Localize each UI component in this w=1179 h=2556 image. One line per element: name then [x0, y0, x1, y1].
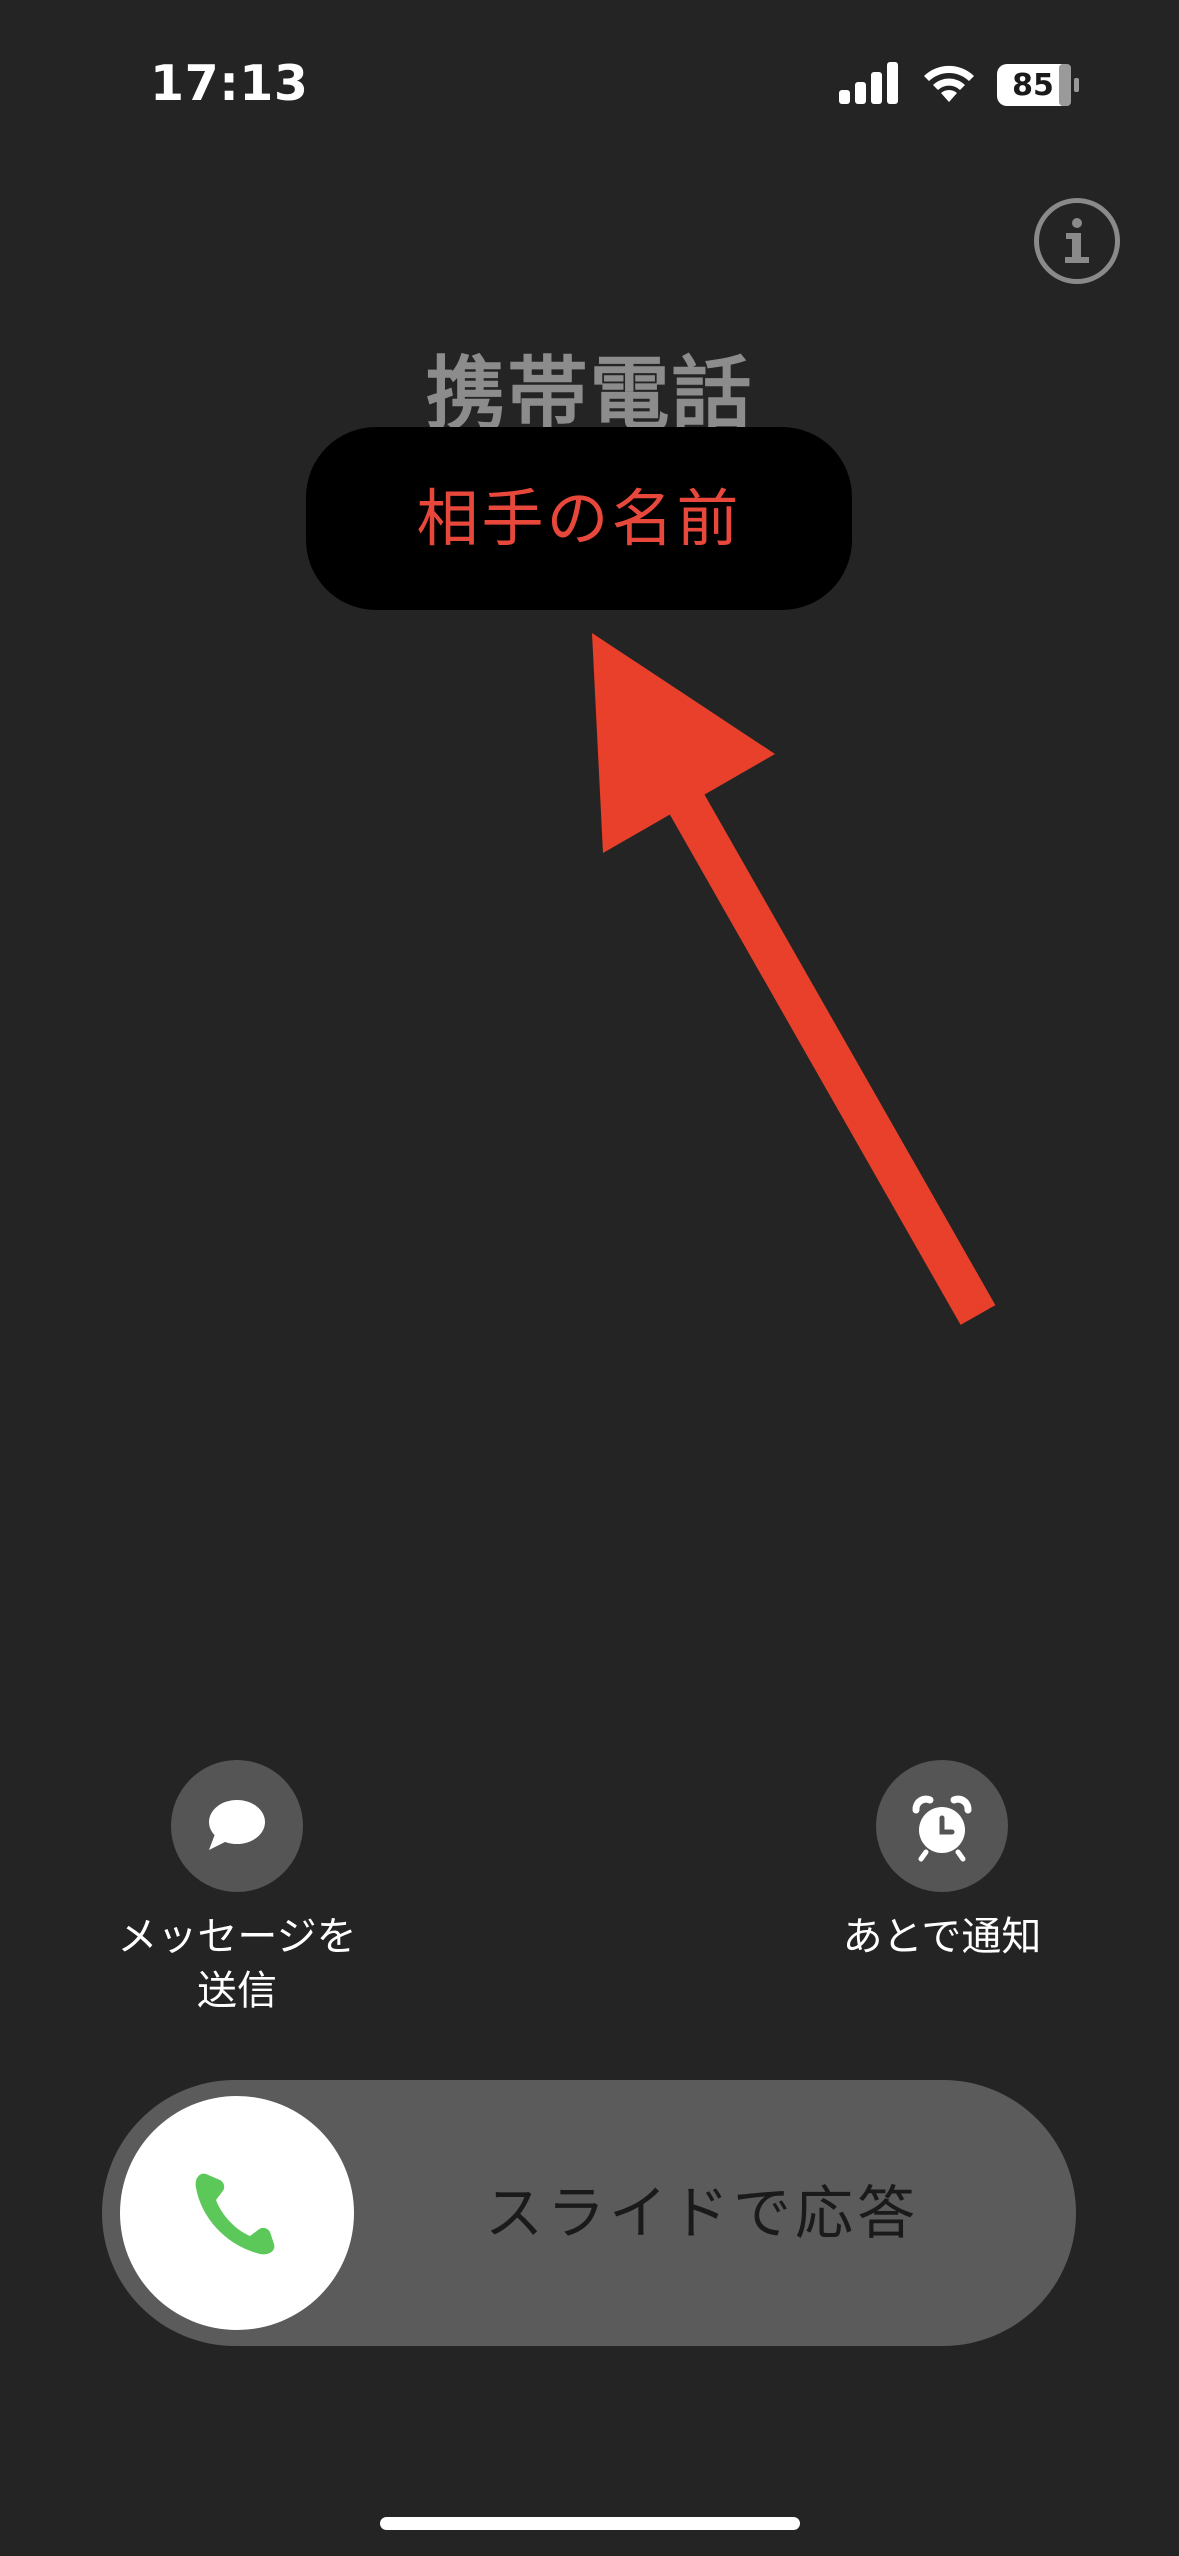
incoming-call-screen: 17:13 85 携帯電話 相手の名前 メッセージを 送信 あとで通知 スライド… — [0, 0, 1179, 2556]
message-bubble-icon — [209, 1800, 265, 1850]
slider-knob[interactable] — [120, 2096, 354, 2330]
caller-name: 相手の名前 — [416, 482, 742, 555]
send-message-label: メッセージを 送信 — [87, 1910, 387, 2018]
info-button[interactable] — [1034, 198, 1120, 284]
send-message-label-line2: 送信 — [197, 1968, 277, 2014]
info-icon — [1065, 218, 1089, 263]
status-icons: 85 — [839, 62, 1079, 112]
wifi-icon — [924, 65, 974, 102]
slide-to-answer-label: スライドで応答 — [484, 2179, 919, 2247]
remind-me-label: あとで通知 — [842, 1914, 1042, 1960]
remind-me-button[interactable] — [876, 1760, 1008, 1892]
slide-to-answer-slider[interactable]: スライドで応答 — [102, 2080, 1076, 2346]
status-time: 17:13 — [150, 55, 309, 112]
battery-level: 85 — [1012, 68, 1054, 103]
home-indicator[interactable] — [380, 2517, 800, 2530]
phone-icon — [195, 2173, 275, 2255]
send-message-button[interactable] — [171, 1760, 303, 1892]
signal-icon — [839, 62, 898, 104]
battery-icon: 85 — [997, 64, 1083, 108]
caller-name-pill: 相手の名前 — [306, 427, 852, 610]
alarm-clock-icon — [912, 1795, 972, 1862]
send-message-label-line1: メッセージを — [117, 1914, 357, 1960]
